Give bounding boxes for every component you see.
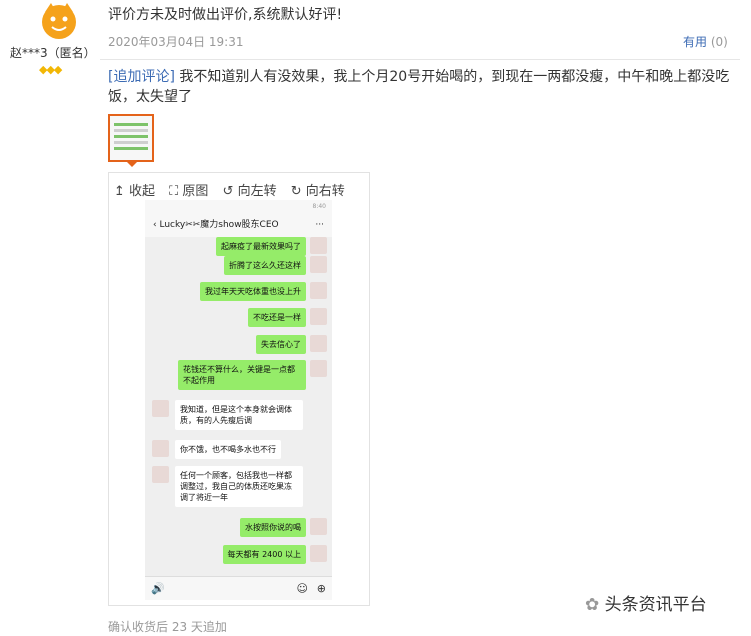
original-image-button[interactable]: ⛶ 原图 <box>169 184 208 199</box>
avatar <box>310 282 327 299</box>
back-icon: ‹ <box>153 220 157 230</box>
additional-review: [追加评论] 我不知道别人有没效果，我上个月20号开始喝的，到现在一两都没瘦，中… <box>108 67 738 107</box>
image-viewer-toolbar: ↥ 收起 ⛶ 原图 ↺ 向左转 ↻ 向右转 <box>114 180 355 199</box>
avatar <box>310 308 327 325</box>
avatar <box>310 518 327 535</box>
review-footer: 确认收货后 23 天追加 <box>108 620 227 634</box>
chat-message: 水按照你说的喝 <box>240 518 306 537</box>
review-image-thumbnail[interactable] <box>108 114 154 162</box>
avatar <box>310 545 327 562</box>
avatar <box>310 360 327 377</box>
additional-review-text: 我不知道别人有没效果，我上个月20号开始喝的，到现在一两都没瘦，中午和晚上都没吃… <box>108 69 730 105</box>
rotate-right-button[interactable]: ↻ 向右转 <box>291 184 345 199</box>
useful-count: (0) <box>710 35 728 49</box>
rotate-left-button[interactable]: ↺ 向左转 <box>223 184 277 199</box>
avatar <box>152 466 169 483</box>
chat-message: 失去信心了 <box>256 335 306 354</box>
wechat-icon: ✿ <box>585 595 600 615</box>
avatar <box>152 400 169 417</box>
useful-label: 有用 <box>683 35 708 49</box>
plus-icon: ⊕ <box>316 582 326 595</box>
watermark: ✿ 头条资讯平台 <box>585 590 707 615</box>
avatar <box>310 256 327 273</box>
review-text: 评价方未及时做出评价,系统默认好评! <box>108 7 343 23</box>
chat-message: 折腾了这么久还这样 <box>224 256 306 275</box>
user-avatar <box>36 0 82 42</box>
additional-review-tag: [追加评论] <box>108 69 175 85</box>
chat-message: 你不饿，也不喝多水也不行 <box>175 440 281 459</box>
avatar <box>310 237 327 254</box>
voice-icon: 🔊 <box>151 582 165 595</box>
avatar <box>152 440 169 457</box>
chat-title: Lucky✂✂魔力show股东CEO <box>159 220 279 230</box>
chat-message: 花钱还不算什么，关键是一点都不起作用 <box>178 360 306 390</box>
chat-message: 每天都有 2400 以上 <box>222 545 306 564</box>
chat-header: ‹ Lucky✂✂魔力show股东CEO ··· <box>145 213 332 237</box>
chat-message: 不吃还是一样 <box>248 308 306 327</box>
chat-message: 我过年天天吃体重也没上升 <box>200 282 306 301</box>
chat-message: 起麻疫了最新效果吗了 <box>216 237 306 256</box>
collapse-button[interactable]: ↥ 收起 <box>114 184 155 199</box>
watermark-text: 头条资讯平台 <box>604 595 707 615</box>
chat-message: 任何一个顾客，包括我也一样都调整过，我自己的体质还吃果冻调了将近一年 <box>175 466 303 507</box>
more-icon: ··· <box>315 220 324 230</box>
avatar <box>310 335 327 352</box>
phone-status-bar: 8:40 <box>145 200 332 213</box>
chat-input-bar: 🔊 ☺ ⊕ <box>145 576 332 600</box>
review-date: 2020年03月04日 19:31 <box>108 35 244 49</box>
chat-screenshot: 8:40 ‹ Lucky✂✂魔力show股东CEO ··· 起麻疫了最新效果吗了… <box>145 200 332 600</box>
divider <box>100 59 740 60</box>
status-time: 8:40 <box>312 203 326 210</box>
user-level-diamond-icon: ◆◆◆ <box>39 63 62 76</box>
useful-button[interactable]: 有用 (0) <box>683 33 728 50</box>
thumbnail-selected-arrow-icon <box>126 161 138 167</box>
emoji-icon: ☺ <box>296 582 308 595</box>
user-name: 赵***3（匿名） <box>10 46 96 60</box>
chat-message: 我知道，但是这个本身就会调体质，有的人先瘦后调 <box>175 400 303 430</box>
